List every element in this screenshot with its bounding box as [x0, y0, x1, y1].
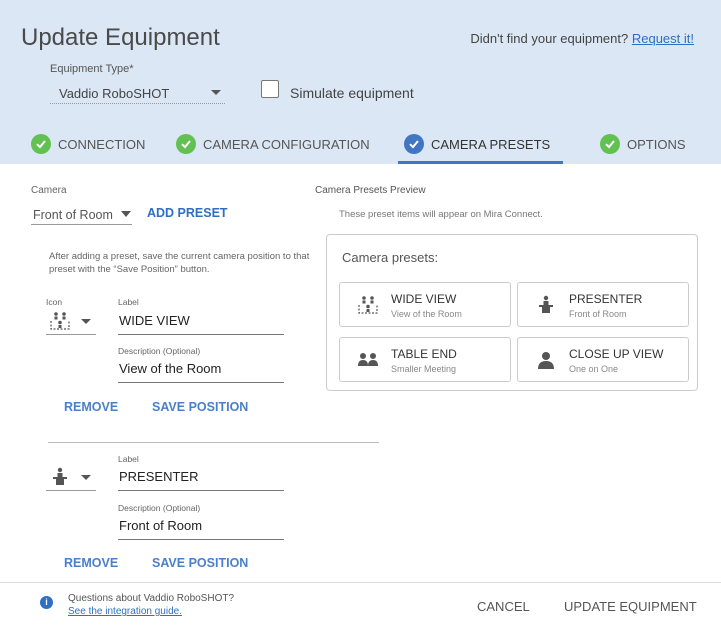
- preview-preset-desc: One on One: [569, 364, 619, 374]
- preview-preset-button[interactable]: TABLE END Smaller Meeting: [339, 337, 511, 382]
- label-caption: Label: [118, 297, 139, 307]
- simulate-equipment-label: Simulate equipment: [290, 85, 414, 101]
- didnt-find-label: Didn't find your equipment?: [470, 31, 629, 46]
- info-icon: i: [40, 596, 53, 609]
- person-icon: [538, 352, 554, 369]
- preset-description-field[interactable]: [118, 514, 284, 540]
- preview-preset-desc: View of the Room: [391, 309, 462, 319]
- presenter-icon: [53, 467, 67, 485]
- remove-preset-button[interactable]: REMOVE: [64, 400, 118, 414]
- active-tab-indicator: [398, 161, 563, 164]
- save-position-button[interactable]: SAVE POSITION: [152, 400, 248, 414]
- preview-preset-label: CLOSE UP VIEW: [569, 347, 664, 361]
- label-caption: Label: [118, 454, 139, 464]
- equipment-type-select[interactable]: Vaddio RoboSHOT: [50, 80, 225, 104]
- description-caption: Description (Optional): [118, 346, 201, 356]
- page-title: Update Equipment: [21, 24, 220, 51]
- preset-icon-select[interactable]: [46, 309, 96, 335]
- description-caption: Description (Optional): [118, 503, 201, 513]
- preview-preset-button[interactable]: CLOSE UP VIEW One on One: [517, 337, 689, 382]
- preset-icon-select[interactable]: [46, 465, 96, 491]
- preview-header: Camera presets:: [342, 250, 439, 265]
- preset-description-input[interactable]: [119, 361, 283, 376]
- cancel-button[interactable]: CANCEL: [477, 599, 530, 614]
- classroom-icon: [50, 312, 70, 330]
- camera-presets-preview: Camera presets: WIDE VIEW View of the Ro…: [326, 234, 698, 391]
- tab-camera-presets[interactable]: CAMERA PRESETS: [404, 129, 550, 159]
- preview-preset-label: PRESENTER: [569, 292, 643, 306]
- check-circle-icon: [600, 134, 620, 154]
- icon-label: Icon: [46, 297, 63, 307]
- preview-preset-desc: Smaller Meeting: [391, 364, 457, 374]
- didnt-find-text: Didn't find your equipment? Request it!: [470, 31, 694, 46]
- chevron-down-icon: [81, 319, 91, 324]
- chevron-down-icon: [211, 90, 221, 95]
- preview-preset-label: TABLE END: [391, 347, 457, 361]
- integration-guide-link[interactable]: See the integration guide.: [68, 606, 182, 617]
- preset-description-input[interactable]: [119, 518, 283, 533]
- add-preset-button[interactable]: ADD PRESET: [147, 206, 228, 220]
- preview-preset-desc: Front of Room: [569, 309, 627, 319]
- check-circle-icon: [31, 134, 51, 154]
- preview-subtitle: These preset items will appear on Mira C…: [339, 209, 543, 220]
- update-equipment-button[interactable]: UPDATE EQUIPMENT: [564, 599, 697, 614]
- tab-connection[interactable]: CONNECTION: [31, 129, 145, 159]
- presenter-icon: [539, 295, 553, 313]
- equipment-type-label: Equipment Type*: [50, 63, 134, 75]
- preset-divider: [48, 442, 379, 443]
- tab-options[interactable]: OPTIONS: [600, 129, 686, 159]
- preset-help-text: After adding a preset, save the current …: [49, 251, 310, 275]
- tab-camera-configuration[interactable]: CAMERA CONFIGURATION: [176, 129, 370, 159]
- camera-label: Camera: [31, 185, 67, 196]
- preset-label-field[interactable]: [118, 465, 284, 491]
- header-panel: Update Equipment Didn't find your equipm…: [0, 0, 721, 164]
- preview-preset-label: WIDE VIEW: [391, 292, 457, 306]
- preset-label-field[interactable]: [118, 309, 284, 335]
- two-people-icon: [358, 353, 378, 366]
- chevron-down-icon: [81, 475, 91, 480]
- tab-label: OPTIONS: [627, 136, 686, 152]
- preview-title: Camera Presets Preview: [315, 185, 426, 196]
- camera-value: Front of Room: [33, 208, 113, 222]
- simulate-equipment-checkbox[interactable]: [261, 80, 279, 98]
- tab-label: CAMERA PRESETS: [431, 136, 551, 152]
- preview-preset-button[interactable]: PRESENTER Front of Room: [517, 282, 689, 327]
- check-circle-icon: [176, 134, 196, 154]
- tab-label: CAMERA CONFIGURATION: [203, 136, 370, 152]
- footer-question: Questions about Vaddio RoboSHOT?: [68, 593, 235, 604]
- remove-preset-button[interactable]: REMOVE: [64, 556, 118, 570]
- footer-divider: [0, 582, 721, 583]
- preview-preset-button[interactable]: WIDE VIEW View of the Room: [339, 282, 511, 327]
- classroom-icon: [358, 296, 378, 314]
- tab-label: CONNECTION: [58, 136, 146, 152]
- equipment-type-value: Vaddio RoboSHOT: [59, 86, 170, 101]
- check-circle-icon: [404, 134, 424, 154]
- preset-label-input[interactable]: [119, 313, 283, 328]
- preset-description-field[interactable]: [118, 357, 284, 383]
- preset-label-input[interactable]: [119, 469, 283, 484]
- save-position-button[interactable]: SAVE POSITION: [152, 556, 248, 570]
- camera-select[interactable]: Front of Room: [31, 203, 132, 225]
- request-it-link[interactable]: Request it!: [632, 31, 694, 46]
- chevron-down-icon: [121, 211, 131, 217]
